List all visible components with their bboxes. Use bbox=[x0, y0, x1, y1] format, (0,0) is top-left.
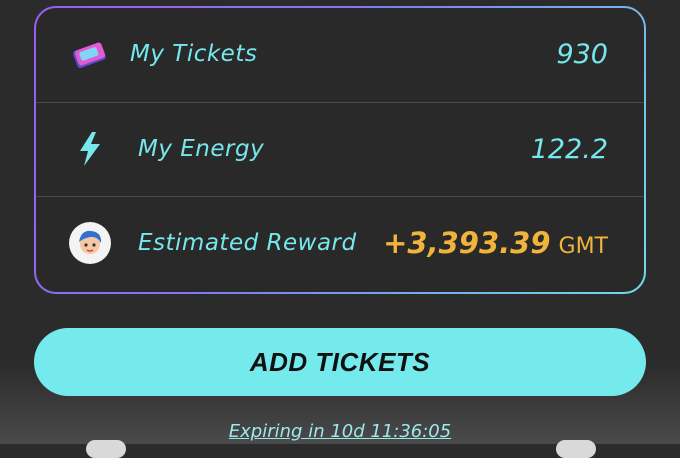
tickets-row: My Tickets 930 bbox=[36, 8, 644, 100]
tickets-label: My Tickets bbox=[130, 41, 258, 67]
reward-unit: GMT bbox=[558, 234, 608, 259]
tickets-value: 930 bbox=[556, 38, 608, 70]
pagination-dot[interactable] bbox=[86, 440, 126, 458]
energy-value: 122.2 bbox=[530, 133, 608, 165]
energy-row: My Energy 122.2 bbox=[36, 102, 644, 195]
add-tickets-button[interactable]: ADD TICKETS bbox=[34, 328, 646, 396]
avatar-icon bbox=[68, 221, 112, 265]
stats-card: My Tickets 930 My Energy 122.2 Estimated bbox=[34, 6, 646, 294]
reward-row: Estimated Reward +3,393.39 GMT bbox=[36, 196, 644, 289]
pagination-dot[interactable] bbox=[556, 440, 596, 458]
lightning-bolt-icon bbox=[68, 127, 112, 171]
reward-value: +3,393.39 GMT bbox=[383, 226, 608, 260]
expiring-countdown: Expiring in 10d 11:36:05 bbox=[228, 421, 452, 442]
ticket-icon bbox=[68, 32, 112, 76]
energy-label: My Energy bbox=[138, 136, 265, 162]
reward-amount: +3,393.39 bbox=[383, 226, 551, 260]
reward-label: Estimated Reward bbox=[138, 230, 357, 256]
avatar bbox=[69, 222, 111, 264]
